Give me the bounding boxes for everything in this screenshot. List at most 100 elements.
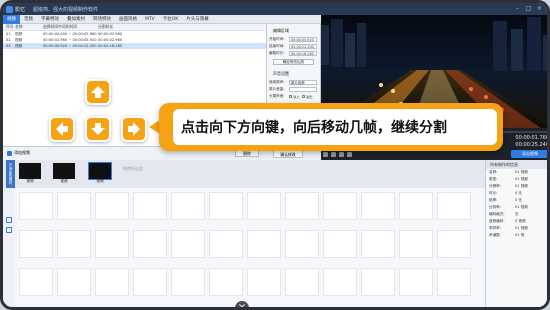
- track-cell[interactable]: [399, 268, 433, 296]
- delete-button[interactable]: 删除: [235, 150, 259, 157]
- track-cell[interactable]: [95, 230, 129, 258]
- collapse-close-icon[interactable]: ×: [235, 301, 249, 307]
- title-bar: 影忆 超级简、强大的视频制作软件 – □ ×: [3, 3, 547, 15]
- confirm-button[interactable]: 确认修改: [273, 150, 303, 158]
- track-cell[interactable]: [437, 268, 471, 296]
- track-cell[interactable]: [95, 268, 129, 296]
- row-index: 02: [6, 38, 11, 42]
- info-key: 编码格式:: [489, 212, 505, 216]
- track-cell[interactable]: [95, 192, 129, 220]
- add-clip-button[interactable]: 添加视频: [7, 150, 30, 156]
- info-row: 声道数: 01 音: [486, 232, 547, 239]
- track-cell[interactable]: [323, 192, 357, 220]
- track-cell[interactable]: [57, 230, 91, 258]
- track-cell[interactable]: [361, 268, 395, 296]
- volume-icon[interactable]: [347, 152, 352, 157]
- info-row: 编码格式: 无: [486, 211, 547, 218]
- arrow-down-key-icon: [85, 116, 111, 142]
- track-cell[interactable]: [323, 230, 357, 258]
- current-time: 00:00:01.760: [515, 135, 549, 141]
- track-cell[interactable]: [285, 230, 319, 258]
- table-row-selected[interactable]: 03 视频 00:00:05.920 ~ 00:00:22.200 00:00:…: [3, 43, 266, 49]
- info-row: 帧率: 0 无: [486, 197, 547, 204]
- window-controls: – □ ×: [514, 5, 543, 12]
- close-icon[interactable]: ×: [536, 5, 543, 12]
- start-time-label: 开始时间:: [269, 37, 285, 41]
- track-cell[interactable]: [323, 268, 357, 296]
- tab-overlay[interactable]: 叠加素材: [63, 15, 89, 24]
- fade-in-checkbox[interactable]: 淡入: [289, 94, 300, 99]
- drop-hint: 拖拽到这里: [123, 166, 143, 171]
- info-key: 名称:: [489, 170, 498, 174]
- export-video-button[interactable]: 导出视频: [511, 150, 547, 158]
- info-value: 01 视频: [515, 226, 528, 230]
- tab-video[interactable]: 视频: [3, 14, 20, 24]
- track-cell[interactable]: [285, 268, 319, 296]
- track-cell[interactable]: [399, 230, 433, 258]
- info-value: 0 视频: [515, 219, 526, 223]
- volume-field: 原片音量:: [267, 86, 320, 93]
- track-cell[interactable]: [171, 268, 205, 296]
- snapshot-icon[interactable]: [331, 152, 336, 157]
- info-panel-title: 所有制作的信息: [486, 160, 547, 169]
- track-cell[interactable]: [247, 230, 281, 258]
- row-duration: 00:00:02.960: [98, 38, 123, 42]
- maximize-icon[interactable]: □: [525, 5, 532, 12]
- track-cell[interactable]: [19, 268, 53, 296]
- tab-karaoke[interactable]: 卡拉OK: [159, 15, 183, 24]
- track-cell[interactable]: [133, 192, 167, 220]
- tab-subtitle[interactable]: 字幕特效: [37, 15, 63, 24]
- track-cell[interactable]: [361, 230, 395, 258]
- app-logo: 影忆: [6, 5, 25, 13]
- track-cell[interactable]: [57, 268, 91, 296]
- minimize-icon[interactable]: –: [514, 5, 521, 12]
- text-track-icon[interactable]: [6, 217, 12, 223]
- track-cell[interactable]: [399, 192, 433, 220]
- tab-intro-outro[interactable]: 片头与落幕: [182, 15, 213, 24]
- clip-thumbnail[interactable]: [19, 163, 41, 179]
- track-cell[interactable]: [209, 268, 243, 296]
- clip-thumbnail-selected[interactable]: [88, 162, 112, 180]
- track-cell[interactable]: [209, 192, 243, 220]
- track-cell[interactable]: [361, 192, 395, 220]
- tab-style[interactable]: 画面风格: [115, 15, 141, 24]
- audio-track-icon[interactable]: [6, 227, 12, 233]
- tab-mtv[interactable]: MTV: [141, 15, 159, 24]
- audio-mode-label: 使用原声:: [269, 80, 285, 84]
- track-cell[interactable]: [171, 230, 205, 258]
- track-cell[interactable]: [437, 192, 471, 220]
- clip-label: 视频: [60, 179, 68, 183]
- info-key: 类型:: [489, 177, 498, 181]
- tab-audio[interactable]: 音频: [20, 15, 37, 24]
- track-cell[interactable]: [247, 192, 281, 220]
- track-cell[interactable]: [57, 192, 91, 220]
- track-cell[interactable]: [171, 192, 205, 220]
- col-index: 序号: [6, 24, 14, 29]
- folder-icon[interactable]: [323, 152, 328, 157]
- track-cell[interactable]: [437, 230, 471, 258]
- tab-transition[interactable]: 转场特效: [89, 15, 115, 24]
- info-value: 01 视频: [515, 205, 528, 209]
- col-name: 名称: [15, 24, 23, 29]
- apply-split-button[interactable]: 确定修改后的: [273, 59, 314, 65]
- clip-thumbnail[interactable]: [53, 163, 75, 179]
- crop-icon[interactable]: [339, 152, 344, 157]
- volume-slider[interactable]: [289, 87, 317, 92]
- track-cell[interactable]: [133, 268, 167, 296]
- clip-table-header: 序号 名称 选择时间中间的时间 分割时长: [3, 24, 266, 31]
- duration-input[interactable]: 00:00:16.280: [289, 51, 317, 56]
- track-cell[interactable]: [19, 192, 53, 220]
- track-cell[interactable]: [285, 192, 319, 220]
- end-time-input[interactable]: 00:00:22.200: [289, 44, 317, 49]
- track-cell[interactable]: [209, 230, 243, 258]
- fade-out-checkbox[interactable]: 淡出: [301, 94, 313, 99]
- audio-mode-select[interactable]: 原片音频: [289, 80, 317, 85]
- track-cell[interactable]: [133, 230, 167, 258]
- info-value: 0 无: [515, 191, 523, 195]
- start-time-input[interactable]: 00:00:05.920: [289, 37, 317, 42]
- track-cell[interactable]: [247, 268, 281, 296]
- start-time-field: 开始时间: 00:00:05.920: [267, 36, 320, 43]
- duration-label: 截取时长:: [269, 51, 285, 55]
- timeline-tracks[interactable]: [15, 188, 485, 307]
- track-cell[interactable]: [19, 230, 53, 258]
